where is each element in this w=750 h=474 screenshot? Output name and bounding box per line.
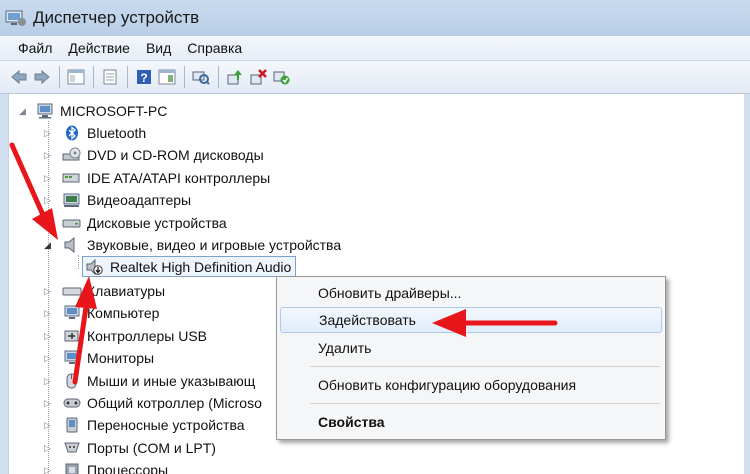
arrow-head	[432, 309, 466, 337]
arrow-to-realtek-device	[72, 304, 89, 385]
arrow-head	[32, 208, 58, 240]
annotation-arrows	[9, 142, 558, 385]
arrow-head	[75, 276, 97, 309]
arrow-to-sound-category	[9, 142, 46, 218]
